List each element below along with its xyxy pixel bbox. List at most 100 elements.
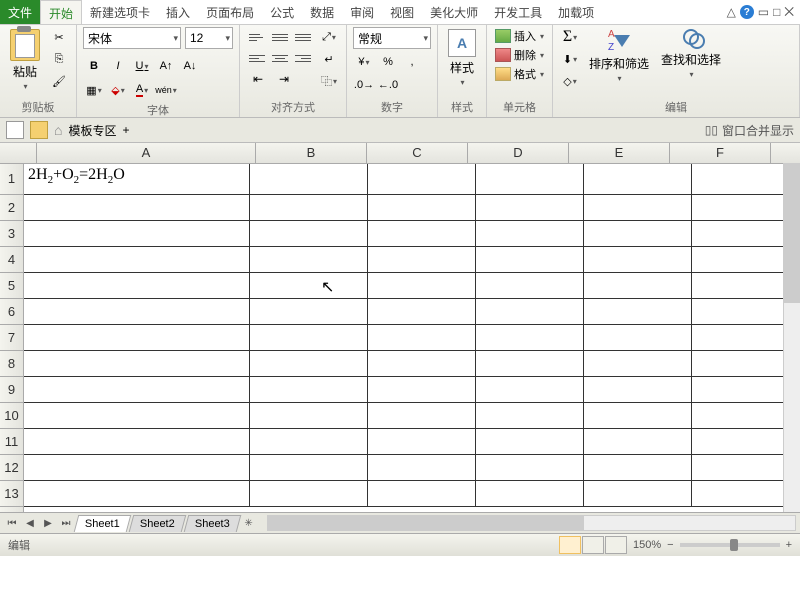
cell[interactable] — [250, 221, 368, 246]
sheet-nav-last[interactable]: ⏭ — [58, 515, 74, 531]
cell[interactable] — [476, 455, 584, 480]
cell[interactable] — [368, 247, 476, 272]
cell[interactable] — [584, 221, 692, 246]
format-painter-button[interactable]: 🖌 — [48, 71, 70, 91]
cell[interactable] — [368, 429, 476, 454]
cell[interactable] — [24, 377, 250, 402]
sheet-nav-prev[interactable]: ◀ — [22, 515, 38, 531]
sheet-tab-2[interactable]: Sheet2 — [129, 515, 186, 532]
align-center-button[interactable] — [269, 48, 291, 68]
align-middle-button[interactable] — [269, 27, 291, 47]
cell[interactable] — [584, 273, 692, 298]
column-header[interactable]: F — [670, 143, 771, 163]
indent-decrease-button[interactable]: ⇤ — [246, 70, 270, 88]
select-all-corner[interactable] — [0, 143, 37, 163]
cell[interactable] — [584, 377, 692, 402]
cell[interactable] — [250, 299, 368, 324]
cell[interactable] — [368, 195, 476, 220]
row-header[interactable]: 2 — [0, 195, 23, 221]
cell[interactable] — [584, 455, 692, 480]
row-header[interactable]: 7 — [0, 325, 23, 351]
window-merge-icon[interactable]: ▯▯ — [705, 123, 718, 137]
row-header[interactable]: 9 — [0, 377, 23, 403]
fill-button[interactable]: ⬇▾ — [559, 49, 581, 69]
cell[interactable] — [250, 247, 368, 272]
percent-button[interactable]: % — [377, 52, 399, 72]
decimal-decrease-button[interactable]: ←.0 — [377, 75, 399, 95]
indent-increase-button[interactable]: ⇥ — [272, 70, 296, 88]
cell[interactable] — [250, 429, 368, 454]
column-header[interactable]: D — [468, 143, 569, 163]
insert-cells-button[interactable]: 插入▾ — [493, 27, 546, 45]
window-close-icon[interactable]: ⨉ — [784, 5, 794, 20]
tab-formula[interactable]: 公式 — [262, 0, 302, 24]
cell[interactable] — [476, 403, 584, 428]
column-header[interactable]: A — [37, 143, 256, 163]
cell[interactable] — [24, 481, 250, 506]
cell[interactable] — [476, 325, 584, 350]
ribbon-collapse-icon[interactable]: △ — [727, 5, 736, 19]
sheet-tab-3[interactable]: Sheet3 — [183, 515, 240, 532]
underline-button[interactable]: U▾ — [131, 56, 153, 76]
cells-area[interactable]: ↖ 2H2+O2=2H2O — [24, 164, 800, 512]
tab-view[interactable]: 视图 — [382, 0, 422, 24]
window-restore-icon[interactable]: □ — [773, 5, 780, 19]
borders-button[interactable]: ▦▾ — [83, 80, 105, 100]
format-cells-button[interactable]: 格式▾ — [493, 65, 546, 83]
cell[interactable] — [24, 273, 250, 298]
row-header[interactable]: 3 — [0, 221, 23, 247]
align-right-button[interactable] — [292, 48, 314, 68]
tab-file[interactable]: 文件 — [0, 0, 40, 24]
cell[interactable] — [584, 351, 692, 376]
autosum-button[interactable]: Σ▾ — [559, 27, 581, 47]
sheet-nav-next[interactable]: ▶ — [40, 515, 56, 531]
cell[interactable] — [250, 325, 368, 350]
cell[interactable] — [476, 221, 584, 246]
cell[interactable] — [476, 195, 584, 220]
cut-button[interactable]: ✂ — [48, 27, 70, 47]
tab-review[interactable]: 审阅 — [342, 0, 382, 24]
cell[interactable] — [24, 325, 250, 350]
cell[interactable] — [24, 351, 250, 376]
cell[interactable] — [250, 273, 368, 298]
view-page-break-button[interactable] — [605, 536, 627, 554]
row-header[interactable]: 4 — [0, 247, 23, 273]
sheet-nav-first[interactable]: ⏮ — [4, 515, 20, 531]
new-sheet-button[interactable]: ✳ — [241, 515, 257, 531]
cell[interactable] — [250, 377, 368, 402]
cell[interactable] — [584, 195, 692, 220]
clear-button[interactable]: ◇▾ — [559, 71, 581, 91]
sheet-tab-1[interactable]: Sheet1 — [74, 515, 131, 532]
cell[interactable] — [584, 325, 692, 350]
column-header[interactable]: C — [367, 143, 468, 163]
cell[interactable] — [476, 377, 584, 402]
decimal-increase-button[interactable]: .0→ — [353, 75, 375, 95]
tab-insert[interactable]: 插入 — [158, 0, 198, 24]
cell[interactable] — [476, 247, 584, 272]
help-icon[interactable]: ? — [740, 5, 754, 19]
column-header[interactable]: B — [256, 143, 367, 163]
cell[interactable] — [24, 299, 250, 324]
phonetic-button[interactable]: wén▾ — [155, 80, 177, 100]
open-folder-icon[interactable] — [30, 121, 48, 139]
cell[interactable] — [250, 403, 368, 428]
wrap-text-button[interactable]: ↵ — [318, 49, 340, 69]
cell[interactable] — [476, 351, 584, 376]
cell[interactable] — [368, 403, 476, 428]
cell[interactable] — [250, 481, 368, 506]
cell[interactable] — [368, 351, 476, 376]
paste-button[interactable]: 粘贴 ▾ — [6, 27, 44, 93]
cell[interactable] — [476, 299, 584, 324]
cell[interactable]: 2H2+O2=2H2O — [24, 164, 250, 194]
comma-button[interactable]: , — [401, 52, 423, 72]
horizontal-scrollbar[interactable] — [267, 515, 796, 531]
zoom-in-button[interactable]: + — [786, 539, 792, 551]
row-header[interactable]: 5 — [0, 273, 23, 299]
new-doc-icon[interactable] — [6, 121, 24, 139]
font-grow-button[interactable]: A↑ — [155, 56, 177, 76]
tab-dev[interactable]: 开发工具 — [486, 0, 550, 24]
cell[interactable] — [584, 403, 692, 428]
cell[interactable] — [584, 164, 692, 194]
row-header[interactable]: 12 — [0, 455, 23, 481]
find-select-button[interactable]: 查找和选择 ▾ — [657, 27, 725, 81]
